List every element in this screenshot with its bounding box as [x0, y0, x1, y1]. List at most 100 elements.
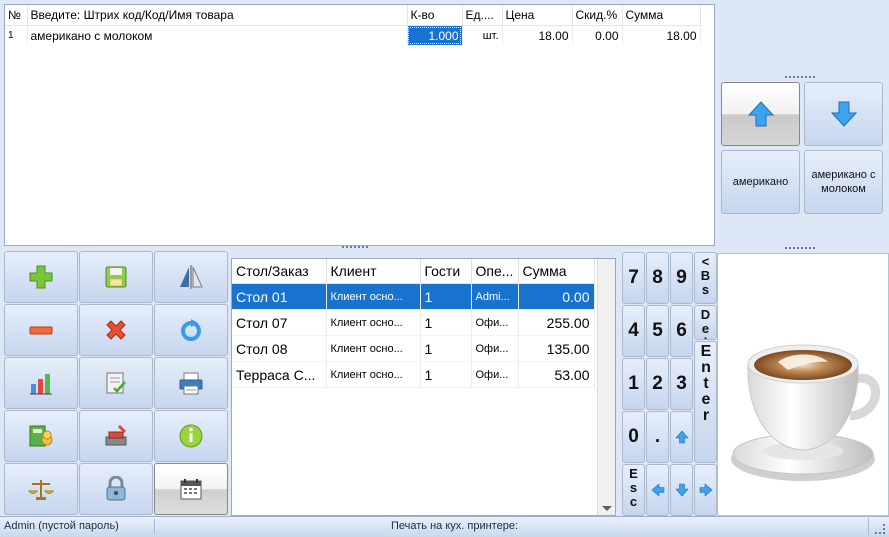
close-icon	[106, 320, 126, 340]
arrow-up-icon	[747, 101, 774, 127]
key-5[interactable]: 5	[646, 305, 669, 357]
info-button[interactable]	[154, 410, 228, 462]
key-3[interactable]: 3	[670, 358, 693, 410]
order-col-unit[interactable]: Ед....	[462, 5, 503, 26]
key-2[interactable]: 2	[646, 358, 669, 410]
discount-button[interactable]	[79, 410, 153, 462]
key-down[interactable]	[670, 464, 693, 516]
key-1[interactable]: 1	[622, 358, 645, 410]
printer-icon	[179, 372, 203, 395]
order-col-number[interactable]: №	[5, 5, 28, 26]
key-up[interactable]	[670, 411, 693, 463]
key-4[interactable]: 4	[622, 305, 645, 357]
reports-button[interactable]	[4, 357, 78, 409]
table-name: Стол 08	[232, 335, 327, 362]
status-message: Печать на кух. принтере:	[391, 520, 519, 532]
page-up-button[interactable]	[721, 82, 800, 146]
key-0[interactable]: 0	[622, 411, 645, 463]
key-dot[interactable]: .	[646, 411, 669, 463]
tables-list[interactable]: Стол/Заказ Клиент Гости Опе... Сумма Сто…	[231, 258, 616, 516]
tables-scrollbar[interactable]	[597, 259, 615, 515]
tables-col-guests[interactable]: Гости	[420, 259, 472, 284]
order-col-discount[interactable]: Скид.%	[572, 5, 623, 26]
table-row[interactable]: Стол 01 Клиент осно... 1 Admi... 0.00	[232, 283, 595, 310]
order-grid[interactable]: № Введите: Штрих код/Код/Имя товара К-во…	[4, 4, 715, 246]
page-down-button[interactable]	[804, 82, 883, 146]
numeric-keypad: 7 8 9 4 5 6 1 2 3 0 . Esc <Bs Del Enter	[620, 250, 717, 516]
table-row[interactable]: Стол 08 Клиент осно... 1 Офи... 135.00	[232, 335, 595, 362]
splitter-grip[interactable]	[785, 76, 815, 78]
key-9[interactable]: 9	[670, 252, 693, 304]
key-6[interactable]: 6	[670, 305, 693, 357]
arrow-down-icon	[830, 101, 857, 127]
bar-chart-icon	[30, 374, 52, 395]
refresh-button[interactable]	[154, 304, 228, 356]
info-icon	[179, 424, 203, 448]
table-row[interactable]: Стол 07 Клиент осно... 1 Офи... 255.00	[232, 309, 595, 336]
key-enter[interactable]: Enter	[694, 341, 717, 463]
order-row-sum: 18.00	[622, 25, 701, 45]
product-button[interactable]: американо	[721, 150, 800, 214]
product-button-label: американо с молоком	[811, 169, 876, 195]
order-row[interactable]: 1 американо с молоком 1.000 шт. 18.00 0.…	[5, 25, 701, 45]
tables-col-operator[interactable]: Опе...	[471, 259, 519, 284]
status-bar: Admin (пустой пароль) Печать на кух. при…	[0, 516, 889, 537]
scroll-down-icon[interactable]	[602, 506, 612, 511]
table-guests: 1	[420, 361, 472, 388]
checklist-button[interactable]	[79, 357, 153, 409]
key-delete[interactable]: Del	[694, 305, 717, 340]
print-button[interactable]	[154, 357, 228, 409]
lock-icon	[106, 476, 126, 501]
status-divider	[868, 518, 869, 535]
lock-button[interactable]	[79, 463, 153, 515]
table-guests: 1	[420, 283, 472, 310]
order-row-product[interactable]: американо с молоком	[27, 25, 408, 45]
table-name: Стол 07	[232, 309, 327, 336]
table-name: Стол 01	[232, 283, 327, 310]
splitter-grip[interactable]	[342, 246, 368, 249]
split-order-button[interactable]	[154, 251, 228, 303]
floppy-disk-icon	[105, 266, 127, 288]
calendar-icon	[180, 479, 202, 500]
status-user: Admin (пустой пароль)	[4, 520, 119, 532]
calendar-button[interactable]	[154, 463, 228, 515]
scales-button[interactable]	[4, 463, 78, 515]
table-operator: Офи...	[471, 361, 519, 388]
product-button[interactable]: американо с молоком	[804, 150, 883, 214]
key-7[interactable]: 7	[622, 252, 645, 304]
table-guests: 1	[420, 309, 472, 336]
resize-grip-icon[interactable]	[875, 524, 885, 534]
delete-button[interactable]	[79, 304, 153, 356]
table-client: Клиент осно...	[326, 283, 421, 310]
tables-col-table[interactable]: Стол/Заказ	[232, 259, 327, 284]
key-right[interactable]	[694, 464, 717, 516]
order-row-qty[interactable]: 1.000	[407, 25, 463, 45]
order-col-price[interactable]: Цена	[502, 5, 573, 26]
order-row-discount: 0.00	[572, 25, 623, 45]
key-delete-label: Del	[698, 306, 713, 339]
payment-button[interactable]	[4, 410, 78, 462]
save-button[interactable]	[79, 251, 153, 303]
key-escape[interactable]: Esc	[622, 464, 645, 516]
scales-icon	[28, 480, 54, 500]
table-sum: 53.00	[518, 361, 595, 388]
order-col-product[interactable]: Введите: Штрих код/Код/Имя товара	[27, 5, 408, 26]
table-name: Терраса С...	[232, 361, 327, 388]
table-row[interactable]: Терраса С... Клиент осно... 1 Офи... 53.…	[232, 361, 595, 388]
splitter-grip[interactable]	[785, 247, 815, 249]
order-col-qty[interactable]: К-во	[407, 5, 463, 26]
table-client: Клиент осно...	[326, 309, 421, 336]
key-left[interactable]	[646, 464, 669, 516]
tables-col-sum[interactable]: Сумма	[518, 259, 595, 284]
key-enter-label: Enter	[697, 343, 715, 423]
key-8[interactable]: 8	[646, 252, 669, 304]
coffee-cup-image	[731, 344, 881, 481]
add-button[interactable]	[4, 251, 78, 303]
split-mirror-icon	[180, 265, 203, 289]
remove-button[interactable]	[4, 304, 78, 356]
function-buttons	[0, 250, 230, 516]
arrow-down-icon	[674, 483, 689, 497]
order-col-sum[interactable]: Сумма	[622, 5, 701, 26]
tables-col-client[interactable]: Клиент	[326, 259, 421, 284]
key-backspace[interactable]: <Bs	[694, 252, 717, 304]
